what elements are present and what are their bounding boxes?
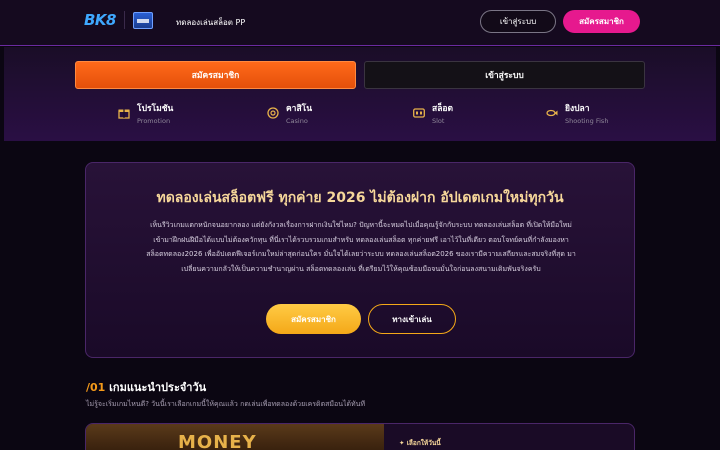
category-title: ยิงปลา — [565, 104, 590, 114]
hero-play-button[interactable]: ทางเข้าเล่น — [368, 304, 456, 334]
slot-machine-icon — [413, 108, 425, 118]
hero-description: เห็นรีวิวเกมแตกหนักจนอยากลอง แต่ยังกังวล… — [146, 221, 576, 273]
top-navbar: BK8 ทดลองเล่นสล็อต PP เข้าสู่ระบบ สมัครส… — [0, 0, 720, 46]
casino-chip-icon — [267, 107, 279, 119]
section-subtitle: ไม่รู้จะเริ่มเกมไหนดี? วันนี้เราเลือกเกม… — [86, 400, 366, 408]
hero-panel: ทดลองเล่นสล็อตฟรี ทุกค่าย 2026 ไม่ต้องฝา… — [85, 162, 635, 358]
section-heading: /01 เกมแนะนำประจำวัน — [86, 378, 206, 396]
category-promotion[interactable]: โปรโมชัน Promotion — [118, 103, 173, 127]
category-subtitle: Casino — [286, 117, 308, 125]
category-title: โปรโมชัน — [137, 104, 174, 114]
game-thumbnail-title: MONEY — [178, 432, 257, 450]
recommended-game-card[interactable]: MONEY ✦ เลือกให้วันนี้ — [85, 423, 635, 450]
game-thumbnail[interactable]: MONEY — [86, 424, 384, 450]
login-button[interactable]: เข้าสู่ระบบ — [364, 61, 645, 89]
gift-icon — [118, 109, 130, 119]
register-button[interactable]: สมัครสมาชิก — [75, 61, 356, 89]
header-login-button[interactable]: เข้าสู่ระบบ — [480, 10, 556, 33]
category-slot[interactable]: สล็อต Slot — [413, 103, 453, 127]
category-title: คาสิโน — [286, 104, 313, 114]
page-title: ทดลองเล่นสล็อต PP — [176, 18, 246, 27]
logo-text: BK8 — [84, 11, 117, 29]
category-subtitle: Shooting Fish — [565, 117, 609, 125]
logo-divider — [124, 11, 125, 29]
category-casino[interactable]: คาสิโน Casino — [267, 103, 312, 127]
category-subtitle: Slot — [432, 117, 445, 125]
category-fish[interactable]: ยิงปลา Shooting Fish — [546, 103, 608, 127]
hero-register-button[interactable]: สมัครสมาชิก — [266, 304, 361, 334]
partner-badge-icon — [133, 11, 153, 29]
section-number: /01 — [86, 381, 106, 394]
category-title: สล็อต — [432, 104, 454, 114]
section-title: เกมแนะนำประจำวัน — [109, 381, 207, 394]
category-subtitle: Promotion — [137, 117, 171, 125]
header-register-button[interactable]: สมัครสมาชิก — [563, 10, 640, 33]
fish-icon — [546, 109, 558, 117]
daily-pick-tag: ✦ เลือกให้วันนี้ — [399, 439, 441, 447]
site-logo[interactable]: BK8 — [84, 11, 153, 29]
hero-title: ทดลองเล่นสล็อตฟรี ทุกค่าย 2026 ไม่ต้องฝา… — [156, 190, 564, 206]
